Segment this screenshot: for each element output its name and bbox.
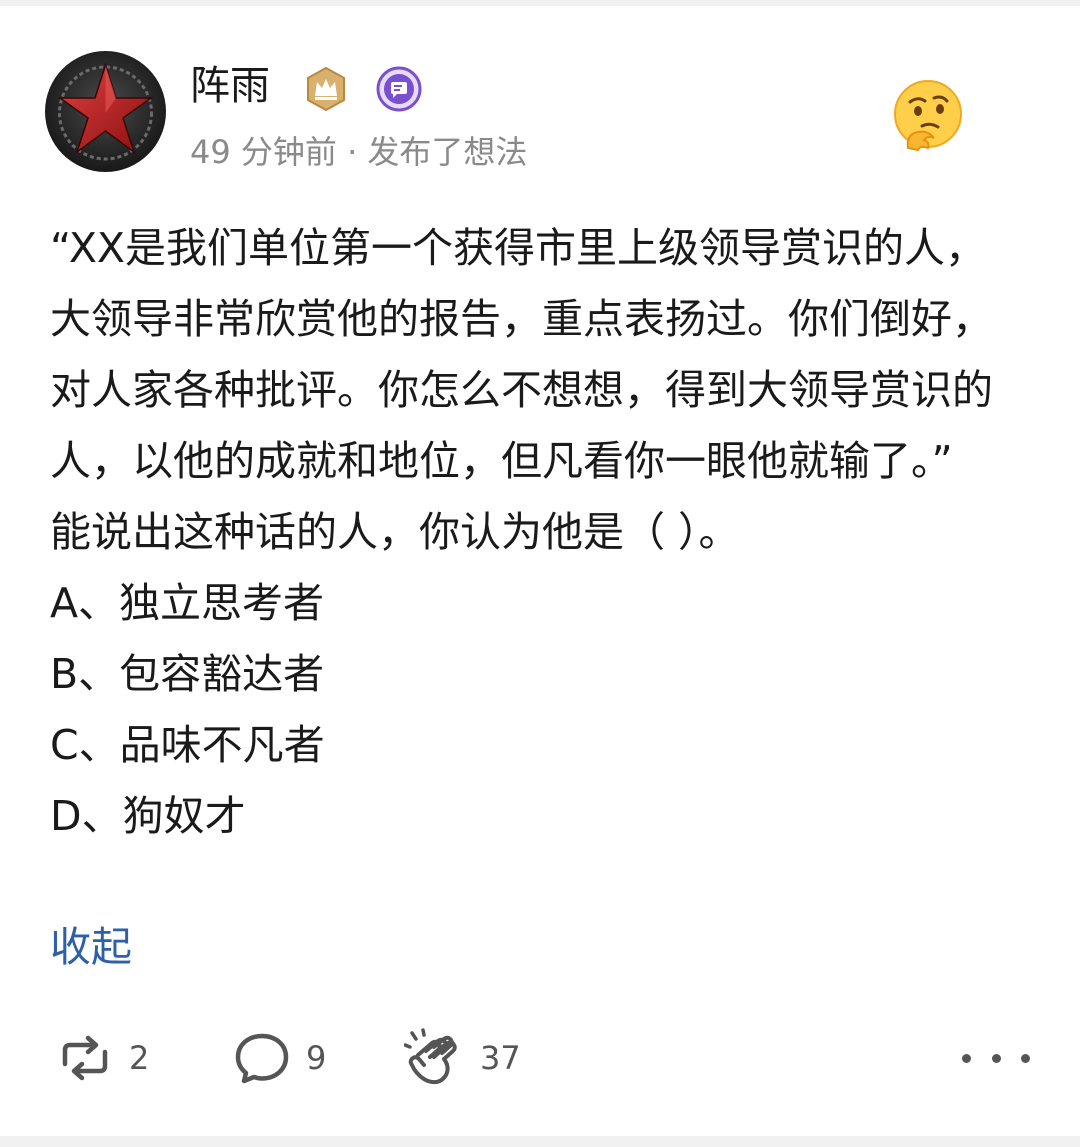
post-option-c: C、品味不凡者 (50, 721, 325, 769)
comment-badge-icon[interactable] (376, 66, 422, 112)
author-name[interactable]: 阵雨 (190, 62, 270, 110)
clap-button[interactable]: 37 (404, 1026, 521, 1090)
dot-icon (991, 1053, 1001, 1063)
collapse-link[interactable]: 收起 (50, 917, 132, 977)
post-card: 阵雨 49 分钟前 · 发布了想法 “XX是我们单位第一个获得市里上级领导赏识的… (0, 6, 1080, 1136)
post-meta: 49 分钟前 · 发布了想法 (190, 133, 528, 171)
clap-count: 37 (480, 1039, 521, 1077)
dot-icon (1021, 1053, 1030, 1063)
more-options-button[interactable] (962, 1036, 1030, 1080)
post-paragraph-question: 能说出这种话的人，你认为他是（ ）。 (50, 508, 740, 556)
clap-icon (404, 1028, 457, 1085)
comment-button[interactable]: 9 (232, 1026, 326, 1090)
post-paragraph-quote: “XX是我们单位第一个获得市里上级领导赏识的人，大领导非常欣赏他的报告，重点表扬… (50, 224, 993, 485)
comment-count: 9 (306, 1039, 327, 1077)
post-body: “XX是我们单位第一个获得市里上级领导赏识的人，大领导非常欣赏他的报告，重点表扬… (50, 213, 1010, 852)
repost-button[interactable]: 2 (55, 1026, 149, 1090)
author-avatar[interactable] (45, 51, 166, 172)
red-star-icon (45, 51, 166, 172)
thinking-face-emoji[interactable] (890, 78, 966, 154)
post-option-a: A、独立思考者 (50, 579, 325, 627)
post-option-d: D、狗奴才 (50, 792, 246, 840)
repost-count: 2 (129, 1039, 150, 1077)
comment-icon (235, 1033, 289, 1084)
crown-badge-icon[interactable] (303, 66, 349, 112)
post-option-b: B、包容豁达者 (50, 650, 325, 698)
repost-icon (62, 1035, 108, 1081)
dot-icon (962, 1053, 971, 1063)
